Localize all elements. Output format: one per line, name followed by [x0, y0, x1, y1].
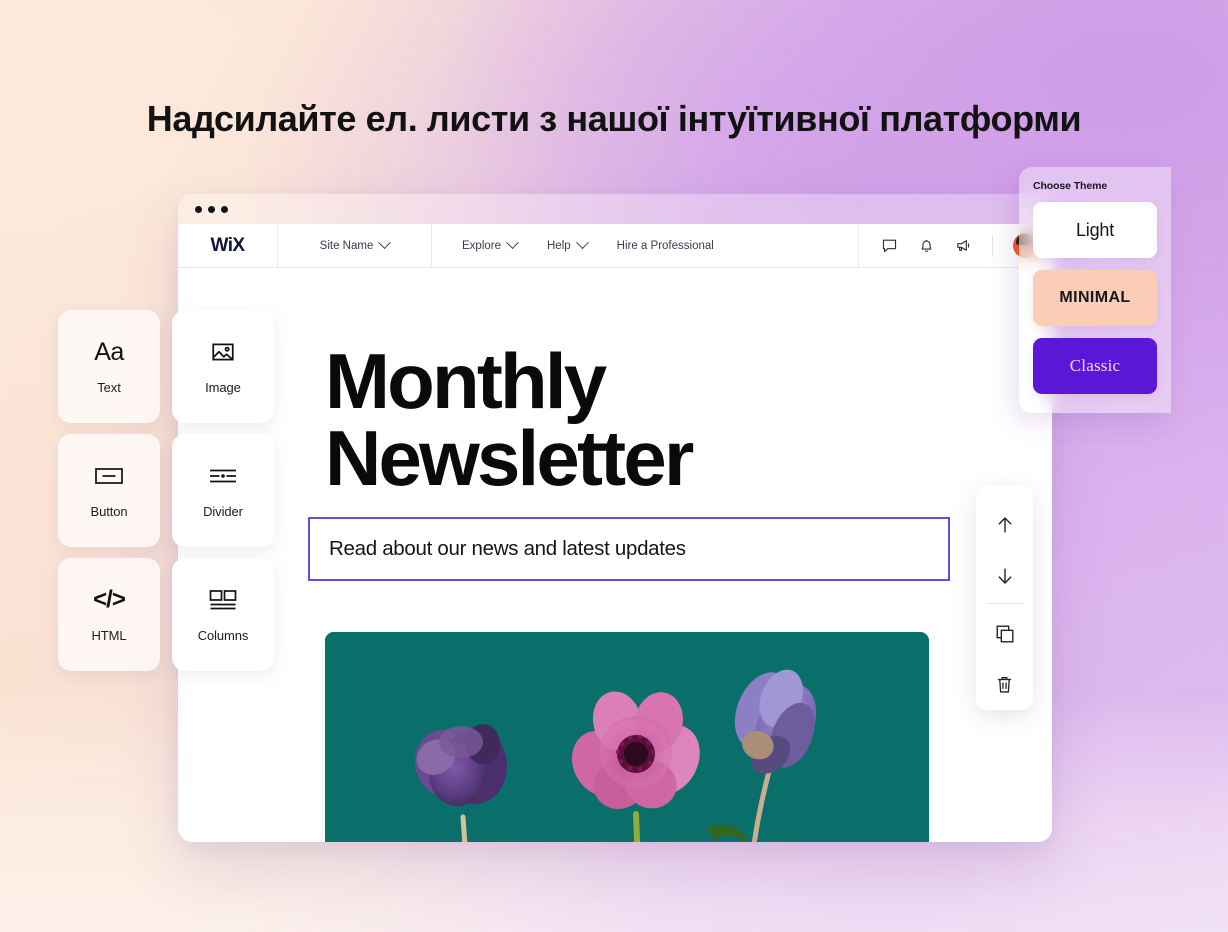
- nav-site-name[interactable]: Site Name: [278, 224, 432, 267]
- wix-logo[interactable]: WiX: [178, 224, 278, 267]
- chevron-down-icon: [575, 236, 589, 250]
- nav-item-hire-label: Hire a Professional: [616, 239, 714, 252]
- theme-option-minimal-label: MINIMAL: [1059, 289, 1131, 306]
- divider-icon: [208, 462, 238, 490]
- element-card-columns[interactable]: Columns: [172, 558, 274, 671]
- page-headline: Надсилайте ел. листи з нашої інтуїтивної…: [146, 98, 1082, 139]
- bell-icon[interactable]: [918, 237, 935, 254]
- nav-item-explore-label: Explore: [462, 239, 501, 252]
- elements-panel: Aa Text Image Button Divider </> HTML Co…: [58, 310, 274, 671]
- page-stage: Надсилайте ел. листи з нашої інтуїтивної…: [0, 0, 1228, 932]
- element-card-button[interactable]: Button: [58, 434, 160, 547]
- browser-chrome-bar: [178, 194, 1052, 224]
- text-aa-icon: Aa: [94, 337, 124, 366]
- choose-theme-panel: Choose Theme Light MINIMAL Classic: [1019, 167, 1171, 413]
- editor-canvas: Monthly Newsletter Read about our news a…: [178, 268, 1052, 842]
- duplicate-button[interactable]: [976, 608, 1033, 659]
- hero-image[interactable]: [325, 632, 929, 842]
- element-action-toolbar: [976, 485, 1033, 710]
- element-card-columns-label: Columns: [197, 628, 249, 643]
- element-card-divider-label: Divider: [203, 504, 243, 519]
- element-card-text[interactable]: Aa Text: [58, 310, 160, 423]
- element-card-image-label: Image: [205, 380, 241, 395]
- theme-option-light-label: Light: [1075, 219, 1115, 240]
- wix-editor-topbar: WiX Site Name Explore Help Hire a Profes…: [178, 224, 1052, 268]
- button-icon: [94, 462, 124, 490]
- element-card-html[interactable]: </> HTML: [58, 558, 160, 671]
- chat-icon[interactable]: [881, 237, 898, 254]
- nav-item-explore[interactable]: Explore: [462, 236, 519, 252]
- theme-option-classic[interactable]: Classic: [1033, 338, 1157, 394]
- delete-button[interactable]: [976, 659, 1033, 710]
- move-down-button[interactable]: [976, 550, 1033, 601]
- toolbar-divider: [986, 603, 1023, 604]
- element-card-image[interactable]: Image: [172, 310, 274, 423]
- move-up-button[interactable]: [976, 499, 1033, 550]
- anemone-flowers-illustration: [325, 632, 929, 842]
- nav-site-name-label: Site Name: [319, 239, 374, 252]
- chevron-down-icon: [378, 236, 392, 250]
- choose-theme-title: Choose Theme: [1033, 180, 1108, 192]
- html-code-icon: </>: [93, 586, 126, 613]
- element-card-text-label: Text: [97, 380, 121, 395]
- image-icon: [210, 338, 236, 366]
- window-dots-icon[interactable]: [195, 205, 228, 213]
- columns-icon: [208, 586, 238, 614]
- nav-links: Explore Help Hire a Professional: [432, 224, 858, 267]
- element-card-divider[interactable]: Divider: [172, 434, 274, 547]
- page-title[interactable]: Monthly Newsletter: [325, 342, 694, 497]
- chevron-down-icon: [506, 236, 519, 250]
- selected-text-element-label: Read about our news and latest updates: [329, 537, 686, 560]
- nav-item-help-label: Help: [547, 239, 571, 252]
- browser-content: WiX Site Name Explore Help Hire a Profes…: [178, 224, 1052, 842]
- selected-text-element[interactable]: Read about our news and latest updates: [308, 517, 950, 581]
- megaphone-icon[interactable]: [955, 237, 972, 254]
- theme-option-classic-label: Classic: [1069, 356, 1121, 375]
- element-card-button-label: Button: [90, 504, 128, 519]
- nav-item-hire-a-professional[interactable]: Hire a Professional: [617, 240, 714, 252]
- theme-option-light[interactable]: Light: [1033, 202, 1157, 258]
- element-card-html-label: HTML: [91, 628, 127, 643]
- browser-window: WiX Site Name Explore Help Hire a Profes…: [178, 194, 1052, 842]
- nav-divider: [992, 234, 993, 257]
- theme-option-minimal[interactable]: MINIMAL: [1033, 270, 1157, 326]
- nav-item-help[interactable]: Help: [547, 236, 589, 252]
